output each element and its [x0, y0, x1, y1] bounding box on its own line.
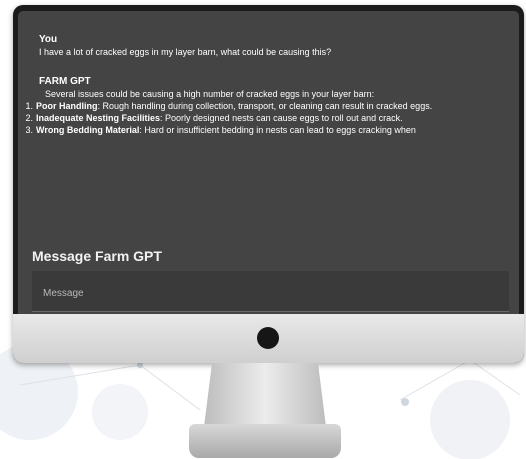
assistant-speaker-label: FARM GPT: [39, 76, 91, 87]
camera-dot-icon: [257, 327, 279, 349]
user-message-text: I have a lot of cracked eggs in my layer…: [39, 47, 332, 57]
list-item-number: 3.: [25, 125, 33, 135]
list-item-title: Wrong Bedding Material: [36, 125, 140, 135]
monitor-base: [189, 424, 341, 458]
list-item-text: : Poorly designed nests can cause eggs t…: [160, 113, 403, 123]
cause-list: 1. Poor Handling: Rough handling during c…: [25, 100, 509, 136]
list-item-title: Inadequate Nesting Facilities: [36, 113, 161, 123]
monitor-stand: [204, 363, 326, 427]
list-item: 2. Inadequate Nesting Facilities: Poorly …: [19, 112, 509, 124]
monitor-chin: [13, 314, 524, 363]
list-item: 3. Wrong Bedding Material: Hard or insuff…: [19, 124, 509, 136]
monitor: You I have a lot of cracked eggs in my l…: [13, 5, 524, 363]
list-item-text: : Hard or insufficient bedding in nests …: [139, 125, 416, 135]
list-item-number: 2.: [25, 113, 33, 123]
chat-screen: You I have a lot of cracked eggs in my l…: [18, 11, 519, 314]
message-input[interactable]: Message: [32, 271, 509, 312]
user-speaker-label: You: [39, 34, 58, 45]
list-item-text: : Rough handling during collection, tran…: [97, 101, 433, 111]
list-item-title: Poor Handling: [36, 101, 98, 111]
list-item-number: 1.: [25, 101, 33, 111]
list-item: 1. Poor Handling: Rough handling during c…: [19, 100, 509, 112]
chat-thread: You I have a lot of cracked eggs in my l…: [25, 34, 509, 136]
monitor-mockup: You I have a lot of cracked eggs in my l…: [0, 0, 526, 459]
user-message: You I have a lot of cracked eggs in my l…: [39, 34, 509, 58]
composer-label: Message Farm GPT: [32, 248, 162, 264]
assistant-intro-text: Several issues could be causing a high n…: [45, 89, 375, 99]
assistant-message: FARM GPT Several issues could be causing…: [25, 76, 509, 136]
